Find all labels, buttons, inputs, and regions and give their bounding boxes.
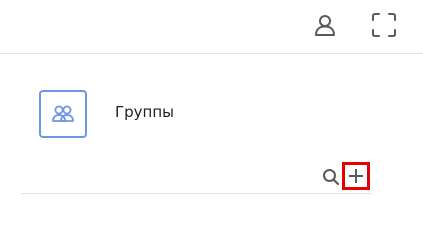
fullscreen-icon [372, 13, 396, 37]
search-button[interactable] [320, 166, 342, 188]
section-divider [21, 193, 372, 194]
group-icon [52, 105, 74, 122]
plus-icon [349, 169, 363, 183]
groups-icon-tile[interactable] [39, 90, 87, 138]
search-icon [323, 169, 340, 186]
app-root: Группы [0, 0, 423, 213]
top-bar [0, 0, 423, 54]
groups-label[interactable]: Группы [115, 102, 174, 122]
user-button[interactable] [309, 9, 341, 41]
user-icon [315, 15, 335, 36]
add-group-button[interactable] [342, 162, 370, 190]
fullscreen-button[interactable] [368, 9, 400, 41]
